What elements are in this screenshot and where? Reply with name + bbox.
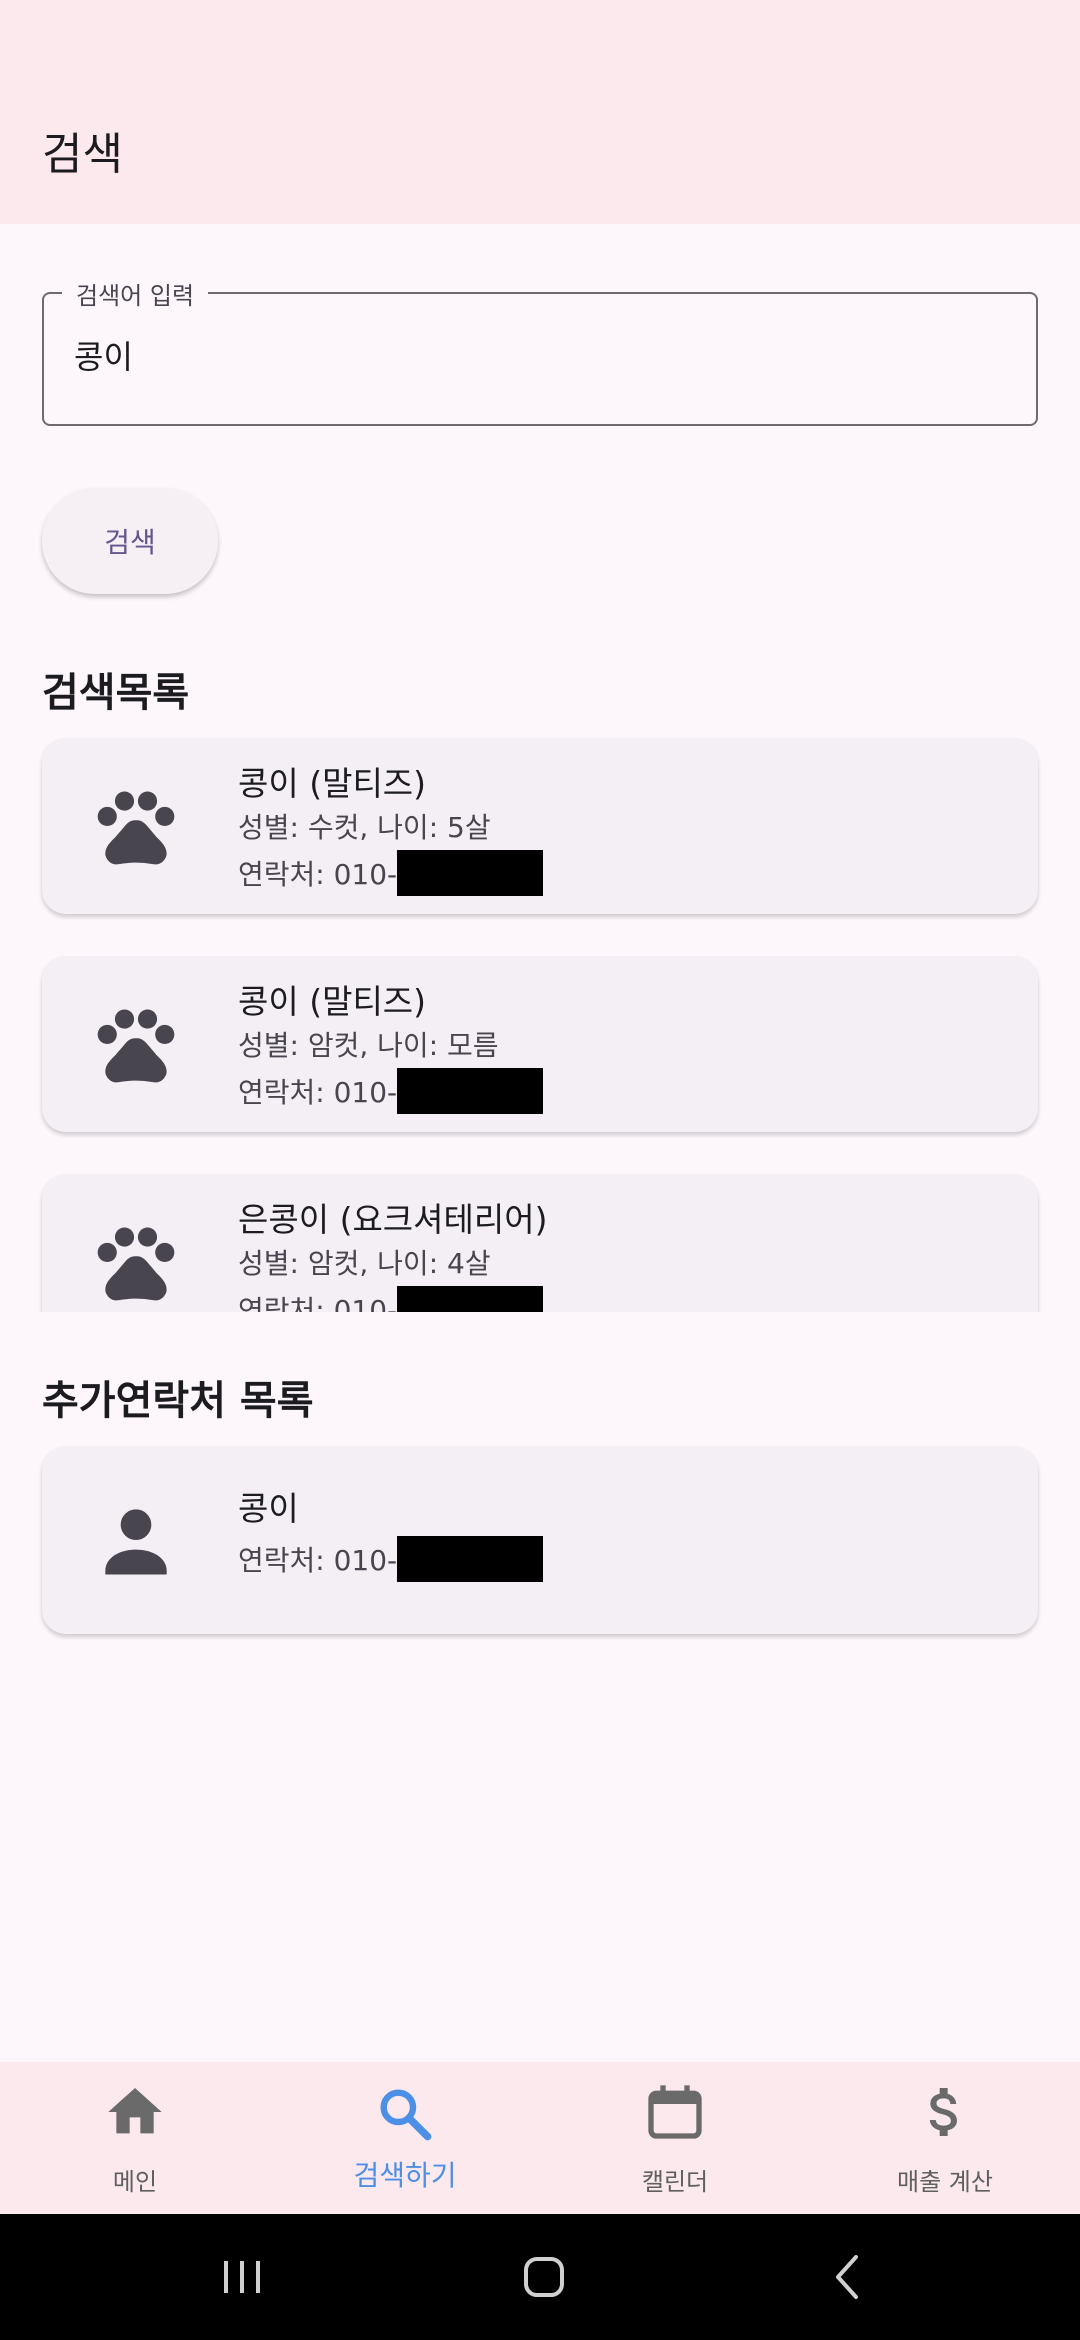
- page-title: 검색: [42, 129, 123, 180]
- paw-icon: [97, 791, 175, 865]
- nav-label: 매출 계산: [897, 2168, 993, 2196]
- calendar-icon: [648, 2085, 702, 2139]
- back-icon[interactable]: [818, 2247, 878, 2307]
- result-card[interactable]: 콩이 (말티즈) 성별: 수컷, 나이: 5살 연락처: 010-: [42, 738, 1038, 914]
- home-icon: [108, 2088, 162, 2134]
- pet-info: 성별: 암컷, 나이: 모름: [238, 1029, 499, 1062]
- pet-name: 콩이 (말티즈): [238, 764, 427, 803]
- search-field[interactable]: 검색어 입력: [42, 276, 1038, 426]
- home-button-icon[interactable]: [514, 2247, 574, 2307]
- system-nav-bar: [0, 2214, 1080, 2340]
- contact-name: 콩이: [238, 1489, 299, 1528]
- person-icon: [105, 1509, 167, 1575]
- nav-label: 메인: [112, 2168, 158, 2196]
- search-icon: [380, 2089, 432, 2141]
- nav-item-calendar[interactable]: 캘린더: [540, 2062, 810, 2214]
- pet-name: 은콩이 (요크셔테리어): [238, 1200, 548, 1239]
- nav-label: 검색하기: [353, 2159, 457, 2192]
- contact-prefix: 연락처: 010-: [238, 858, 398, 891]
- pet-contact: 연락처: 010-: [238, 1286, 547, 1312]
- nav-item-sales[interactable]: 매출 계산: [810, 2062, 1080, 2214]
- redacted-number: [397, 1286, 544, 1312]
- redacted-number: [397, 850, 544, 896]
- bottom-nav: 메인 검색하기 캘린더 매출 계산: [0, 2062, 1080, 2214]
- extra-contacts-title: 추가연락처 목록: [42, 1378, 314, 1424]
- results-list[interactable]: 콩이 (말티즈) 성별: 수컷, 나이: 5살 연락처: 010- 콩이 (말티…: [36, 730, 1048, 1312]
- dollar-icon: [929, 2088, 957, 2136]
- redacted-number: [397, 1536, 544, 1582]
- redacted-number: [397, 1068, 544, 1114]
- nav-label: 캘린더: [641, 2168, 709, 2196]
- contact-prefix: 연락처: 010-: [238, 1294, 398, 1312]
- results-title: 검색목록: [42, 670, 190, 716]
- pet-info: 성별: 암컷, 나이: 4살: [238, 1247, 491, 1280]
- search-field-label: 검색어 입력: [62, 276, 209, 311]
- contact-card[interactable]: 콩이 연락처: 010-: [42, 1446, 1038, 1634]
- search-input[interactable]: [74, 336, 994, 374]
- contact-prefix: 연락처: 010-: [238, 1544, 398, 1577]
- pet-name: 콩이 (말티즈): [238, 982, 427, 1021]
- app-bar: 검색: [0, 0, 1080, 224]
- nav-item-search[interactable]: 검색하기: [270, 2062, 540, 2214]
- pet-contact: 연락처: 010-: [238, 850, 544, 897]
- recent-apps-icon[interactable]: [212, 2247, 272, 2307]
- contact-number: 연락처: 010-: [238, 1536, 544, 1583]
- result-card[interactable]: 콩이 (말티즈) 성별: 암컷, 나이: 모름 연락처: 010-: [42, 956, 1038, 1132]
- paw-icon: [97, 1009, 175, 1083]
- pet-info: 성별: 수컷, 나이: 5살: [238, 811, 491, 844]
- contact-prefix: 연락처: 010-: [238, 1076, 398, 1109]
- paw-icon: [97, 1227, 175, 1301]
- nav-item-main[interactable]: 메인: [0, 2062, 270, 2214]
- search-button[interactable]: 검색: [42, 488, 218, 594]
- result-card[interactable]: 은콩이 (요크셔테리어) 성별: 암컷, 나이: 4살 연락처: 010-: [42, 1174, 1038, 1312]
- pet-contact: 연락처: 010-: [238, 1068, 544, 1115]
